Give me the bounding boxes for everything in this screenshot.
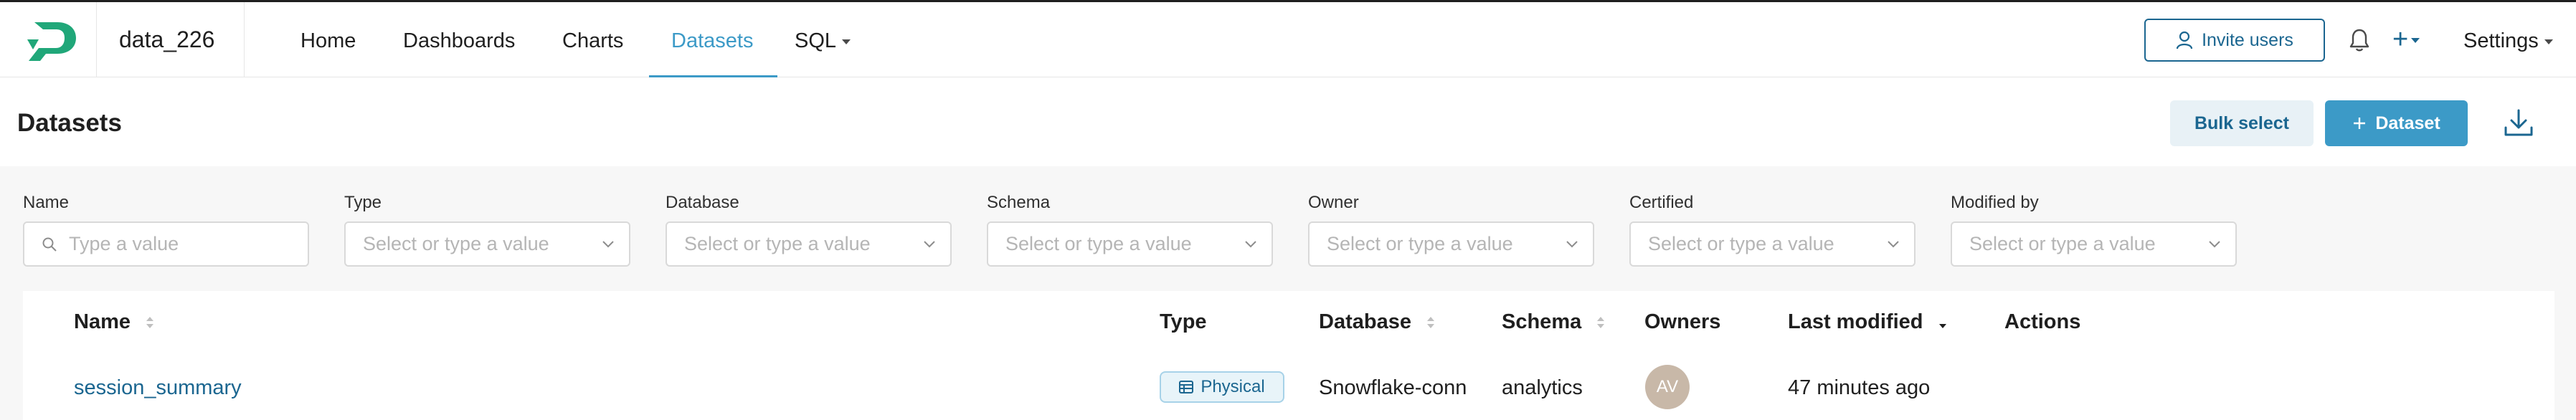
chevron-down-icon bbox=[602, 241, 614, 248]
settings-menu[interactable]: Settings bbox=[2463, 29, 2553, 53]
column-header-owners: Owners bbox=[1644, 310, 1721, 333]
filter-name-input[interactable]: Type a value bbox=[23, 221, 309, 267]
column-header-database-label: Database bbox=[1319, 310, 1411, 333]
filter-modified-by-select[interactable]: Select or type a value bbox=[1951, 221, 2237, 267]
filter-label-name: Name bbox=[23, 193, 70, 212]
filter-modified-by-placeholder: Select or type a value bbox=[1969, 233, 2156, 254]
filter-schema-select[interactable]: Select or type a value bbox=[987, 221, 1273, 267]
brand-separator bbox=[96, 2, 97, 78]
filter-database-select[interactable]: Select or type a value bbox=[666, 221, 952, 267]
chevron-down-icon bbox=[2544, 39, 2553, 44]
workspace-name: data_226 bbox=[119, 27, 215, 52]
dataset-type-label: Physical bbox=[1201, 377, 1265, 396]
page-header: Datasets Bulk select Dataset bbox=[0, 77, 2576, 166]
column-header-last-modified[interactable]: Last modified bbox=[1788, 310, 1948, 334]
column-header-schema-label: Schema bbox=[1502, 310, 1582, 333]
top-navbar: data_226 Home Dashboards Charts Datasets… bbox=[0, 0, 2576, 78]
filter-label-certified: Certified bbox=[1629, 193, 1694, 212]
filter-owner-placeholder: Select or type a value bbox=[1327, 233, 1513, 254]
filter-label-owner: Owner bbox=[1308, 193, 1359, 212]
filter-label-database: Database bbox=[666, 193, 739, 212]
new-item-menu[interactable]: + bbox=[2392, 25, 2420, 54]
column-header-last-modified-label: Last modified bbox=[1788, 310, 1923, 333]
user-icon bbox=[2176, 31, 2193, 49]
column-header-database[interactable]: Database bbox=[1319, 310, 1436, 334]
nav-home[interactable]: Home bbox=[300, 29, 356, 53]
column-header-name-label: Name bbox=[74, 310, 131, 333]
settings-label: Settings bbox=[2463, 29, 2539, 52]
filter-label-type: Type bbox=[344, 193, 382, 212]
page-title: Datasets bbox=[17, 109, 122, 137]
chevron-down-icon bbox=[1566, 241, 1578, 248]
owner-avatar[interactable]: AV bbox=[1645, 365, 1690, 409]
chevron-down-icon bbox=[1888, 241, 1899, 248]
nav-sql[interactable]: SQL bbox=[795, 29, 851, 53]
filter-label-modified-by: Modified by bbox=[1951, 193, 2039, 212]
brand-separator-right bbox=[244, 2, 245, 78]
nav-sql-label: SQL bbox=[795, 29, 837, 52]
column-header-actions: Actions bbox=[2004, 310, 2081, 333]
download-icon[interactable] bbox=[2503, 108, 2534, 139]
filter-owner-select[interactable]: Select or type a value bbox=[1308, 221, 1594, 267]
dataset-name-link[interactable]: session_summary bbox=[74, 376, 242, 400]
dataset-schema: analytics bbox=[1502, 376, 1583, 399]
filter-type-select[interactable]: Select or type a value bbox=[344, 221, 630, 267]
filter-label-schema: Schema bbox=[987, 193, 1051, 212]
sort-icon bbox=[1427, 317, 1435, 329]
invite-users-label: Invite users bbox=[2202, 29, 2293, 50]
filter-database-placeholder: Select or type a value bbox=[684, 233, 871, 254]
plus-icon: + bbox=[2392, 24, 2409, 54]
chevron-down-icon bbox=[2209, 241, 2220, 248]
column-header-name[interactable]: Name bbox=[74, 310, 155, 334]
column-header-schema[interactable]: Schema bbox=[1502, 310, 1606, 334]
chevron-down-icon bbox=[924, 241, 935, 248]
column-header-type: Type bbox=[1160, 310, 1207, 333]
sort-icon bbox=[146, 317, 154, 329]
chevron-down-icon bbox=[1245, 241, 1256, 248]
add-dataset-button[interactable]: Dataset bbox=[2325, 100, 2468, 146]
add-dataset-label: Dataset bbox=[2375, 113, 2440, 133]
chevron-down-icon bbox=[842, 39, 851, 44]
bell-icon[interactable] bbox=[2349, 28, 2369, 52]
nav-dashboards[interactable]: Dashboards bbox=[403, 29, 515, 53]
sort-desc-icon bbox=[1938, 324, 1946, 329]
dataset-last-modified: 47 minutes ago bbox=[1788, 376, 1931, 399]
filter-certified-placeholder: Select or type a value bbox=[1648, 233, 1834, 254]
app-logo-icon[interactable] bbox=[24, 21, 80, 62]
filter-schema-placeholder: Select or type a value bbox=[1005, 233, 1192, 254]
dataset-type-badge: Physical bbox=[1160, 371, 1284, 403]
plus-icon bbox=[2354, 118, 2366, 129]
sort-icon bbox=[1597, 317, 1605, 329]
dataset-database: Snowflake-conn bbox=[1319, 376, 1467, 399]
datasets-table bbox=[23, 291, 2554, 420]
chevron-down-icon bbox=[2411, 38, 2420, 44]
search-icon bbox=[42, 237, 57, 252]
nav-charts[interactable]: Charts bbox=[562, 29, 623, 53]
bulk-select-button[interactable]: Bulk select bbox=[2170, 100, 2314, 146]
table-icon bbox=[1179, 381, 1194, 393]
filter-certified-select[interactable]: Select or type a value bbox=[1629, 221, 1916, 267]
invite-users-button[interactable]: Invite users bbox=[2144, 19, 2325, 62]
nav-datasets[interactable]: Datasets bbox=[671, 29, 753, 53]
filter-name-placeholder: Type a value bbox=[69, 233, 179, 254]
filter-type-placeholder: Select or type a value bbox=[363, 233, 549, 254]
